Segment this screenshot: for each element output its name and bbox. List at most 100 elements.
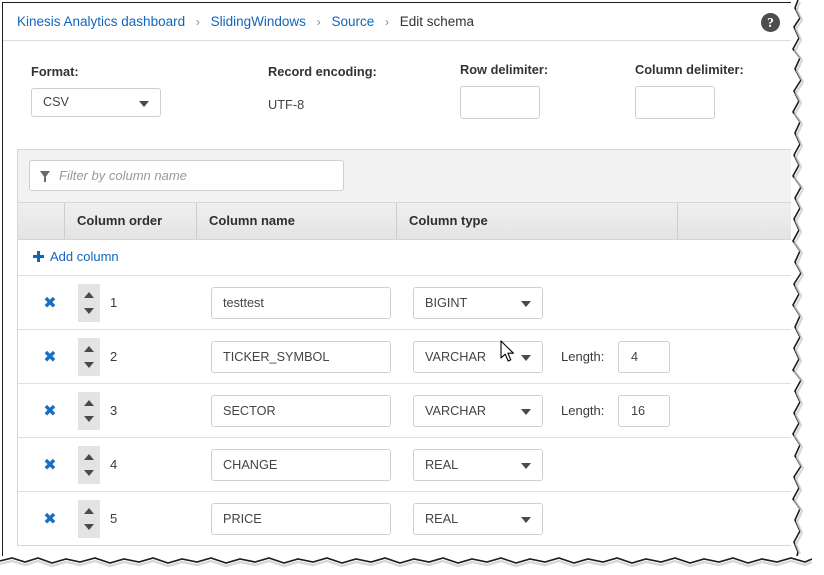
- column-type-select[interactable]: VARCHAR: [413, 395, 543, 427]
- stepper-down-icon[interactable]: [84, 362, 94, 368]
- breadcrumb-separator: ›: [385, 15, 389, 29]
- schema-table-panel: Filter by column name Column order Colum…: [17, 149, 792, 546]
- table-row: ✖ 1 testtest BIGINT: [18, 276, 792, 330]
- stepper-up-icon[interactable]: [84, 346, 94, 352]
- column-delimiter-input[interactable]: [635, 86, 715, 119]
- column-name-input[interactable]: CHANGE: [211, 449, 391, 481]
- column-delimiter-label: Column delimiter:: [635, 62, 775, 77]
- help-circle-icon[interactable]: ?: [761, 13, 780, 32]
- record-encoding-value: UTF-8: [268, 97, 448, 112]
- delete-column-button[interactable]: ✖: [42, 403, 58, 419]
- column-order-stepper[interactable]: [78, 338, 100, 376]
- column-header-extra: [677, 203, 791, 239]
- column-order-value: 1: [110, 294, 117, 312]
- column-name-input[interactable]: TICKER_SYMBOL: [211, 341, 391, 373]
- format-select[interactable]: CSV: [31, 88, 161, 117]
- length-value: 4: [631, 342, 638, 372]
- column-type-value: VARCHAR: [425, 342, 486, 372]
- delete-column-button[interactable]: ✖: [42, 295, 58, 311]
- stepper-up-icon[interactable]: [84, 292, 94, 298]
- table-row: ✖ 5 PRICE REAL: [18, 492, 792, 545]
- column-order-value: 2: [110, 348, 117, 366]
- column-name-input[interactable]: PRICE: [211, 503, 391, 535]
- breadcrumb-item-dashboard[interactable]: Kinesis Analytics dashboard: [17, 14, 185, 29]
- stepper-down-icon[interactable]: [84, 308, 94, 314]
- torn-edge-bottom: [0, 556, 812, 575]
- chevron-down-icon: [521, 355, 531, 361]
- stepper-up-icon[interactable]: [84, 400, 94, 406]
- column-order-stepper[interactable]: [78, 446, 100, 484]
- length-input[interactable]: 4: [618, 341, 670, 373]
- column-type-select[interactable]: VARCHAR: [413, 341, 543, 373]
- column-delimiter-field: Column delimiter:: [635, 62, 775, 119]
- column-type-select[interactable]: REAL: [413, 449, 543, 481]
- delete-column-button[interactable]: ✖: [42, 511, 58, 527]
- stepper-down-icon[interactable]: [84, 524, 94, 530]
- chevron-down-icon: [521, 517, 531, 523]
- page-frame: Kinesis Analytics dashboard › SlidingWin…: [2, 2, 792, 558]
- add-column-row: Add column: [18, 240, 792, 276]
- row-delimiter-label: Row delimiter:: [460, 62, 580, 77]
- format-options-strip: Format: CSV Record encoding: UTF-8 Row d…: [3, 42, 792, 134]
- filter-placeholder: Filter by column name: [59, 161, 187, 190]
- add-column-button[interactable]: Add column: [33, 249, 119, 264]
- delete-column-button[interactable]: ✖: [42, 349, 58, 365]
- column-type-value: REAL: [425, 504, 458, 534]
- breadcrumb-item-edit-schema: Edit schema: [400, 14, 474, 29]
- column-type-select[interactable]: BIGINT: [413, 287, 543, 319]
- chevron-down-icon: [139, 101, 149, 107]
- row-delimiter-field: Row delimiter:: [460, 62, 580, 119]
- breadcrumb-item-slidingwindows[interactable]: SlidingWindows: [211, 14, 306, 29]
- record-encoding-label: Record encoding:: [268, 64, 448, 79]
- stepper-down-icon[interactable]: [84, 416, 94, 422]
- add-column-label: Add column: [50, 249, 119, 264]
- breadcrumb-bar: Kinesis Analytics dashboard › SlidingWin…: [3, 3, 792, 41]
- length-input[interactable]: 16: [618, 395, 670, 427]
- column-header-column-order[interactable]: Column order: [64, 203, 196, 239]
- table-row: ✖ 2 TICKER_SYMBOL VARCHAR Length: 4: [18, 330, 792, 384]
- format-label: Format:: [31, 64, 181, 79]
- chevron-down-icon: [521, 463, 531, 469]
- column-header-column-type[interactable]: Column type: [396, 203, 677, 239]
- column-order-value: 3: [110, 402, 117, 420]
- column-type-value: BIGINT: [425, 288, 467, 318]
- column-type-value: VARCHAR: [425, 396, 486, 426]
- funnel-icon: [40, 171, 50, 178]
- stepper-up-icon[interactable]: [84, 508, 94, 514]
- column-order-stepper[interactable]: [78, 392, 100, 430]
- column-name-input[interactable]: SECTOR: [211, 395, 391, 427]
- column-order-stepper[interactable]: [78, 500, 100, 538]
- column-header-column-name[interactable]: Column name: [196, 203, 396, 239]
- length-value: 16: [631, 396, 645, 426]
- chevron-down-icon: [521, 301, 531, 307]
- plus-icon: [33, 251, 44, 262]
- row-delimiter-input[interactable]: [460, 86, 540, 119]
- filter-bar: Filter by column name: [18, 150, 792, 203]
- torn-edge-right: [791, 0, 824, 560]
- column-name-value: PRICE: [223, 504, 262, 534]
- column-order-value: 5: [110, 510, 117, 528]
- table-row: ✖ 3 SECTOR VARCHAR Length: 16: [18, 384, 792, 438]
- stepper-up-icon[interactable]: [84, 454, 94, 460]
- delete-column-button[interactable]: ✖: [42, 457, 58, 473]
- column-order-stepper[interactable]: [78, 284, 100, 322]
- length-label: Length:: [561, 402, 604, 420]
- stepper-down-icon[interactable]: [84, 470, 94, 476]
- column-name-value: TICKER_SYMBOL: [223, 342, 329, 372]
- column-name-input[interactable]: testtest: [211, 287, 391, 319]
- breadcrumb-item-source[interactable]: Source: [331, 14, 374, 29]
- format-field: Format: CSV: [31, 64, 181, 117]
- chevron-down-icon: [521, 409, 531, 415]
- screenshot-root: Kinesis Analytics dashboard › SlidingWin…: [0, 0, 824, 575]
- column-name-value: testtest: [223, 288, 264, 318]
- column-order-value: 4: [110, 456, 117, 474]
- length-label: Length:: [561, 348, 604, 366]
- table-row: ✖ 4 CHANGE REAL: [18, 438, 792, 492]
- breadcrumb-separator: ›: [317, 15, 321, 29]
- record-encoding-field: Record encoding: UTF-8: [268, 64, 448, 112]
- column-type-select[interactable]: REAL: [413, 503, 543, 535]
- column-type-value: REAL: [425, 450, 458, 480]
- breadcrumb: Kinesis Analytics dashboard › SlidingWin…: [17, 14, 474, 29]
- filter-input[interactable]: Filter by column name: [29, 160, 344, 191]
- format-select-value: CSV: [43, 89, 69, 116]
